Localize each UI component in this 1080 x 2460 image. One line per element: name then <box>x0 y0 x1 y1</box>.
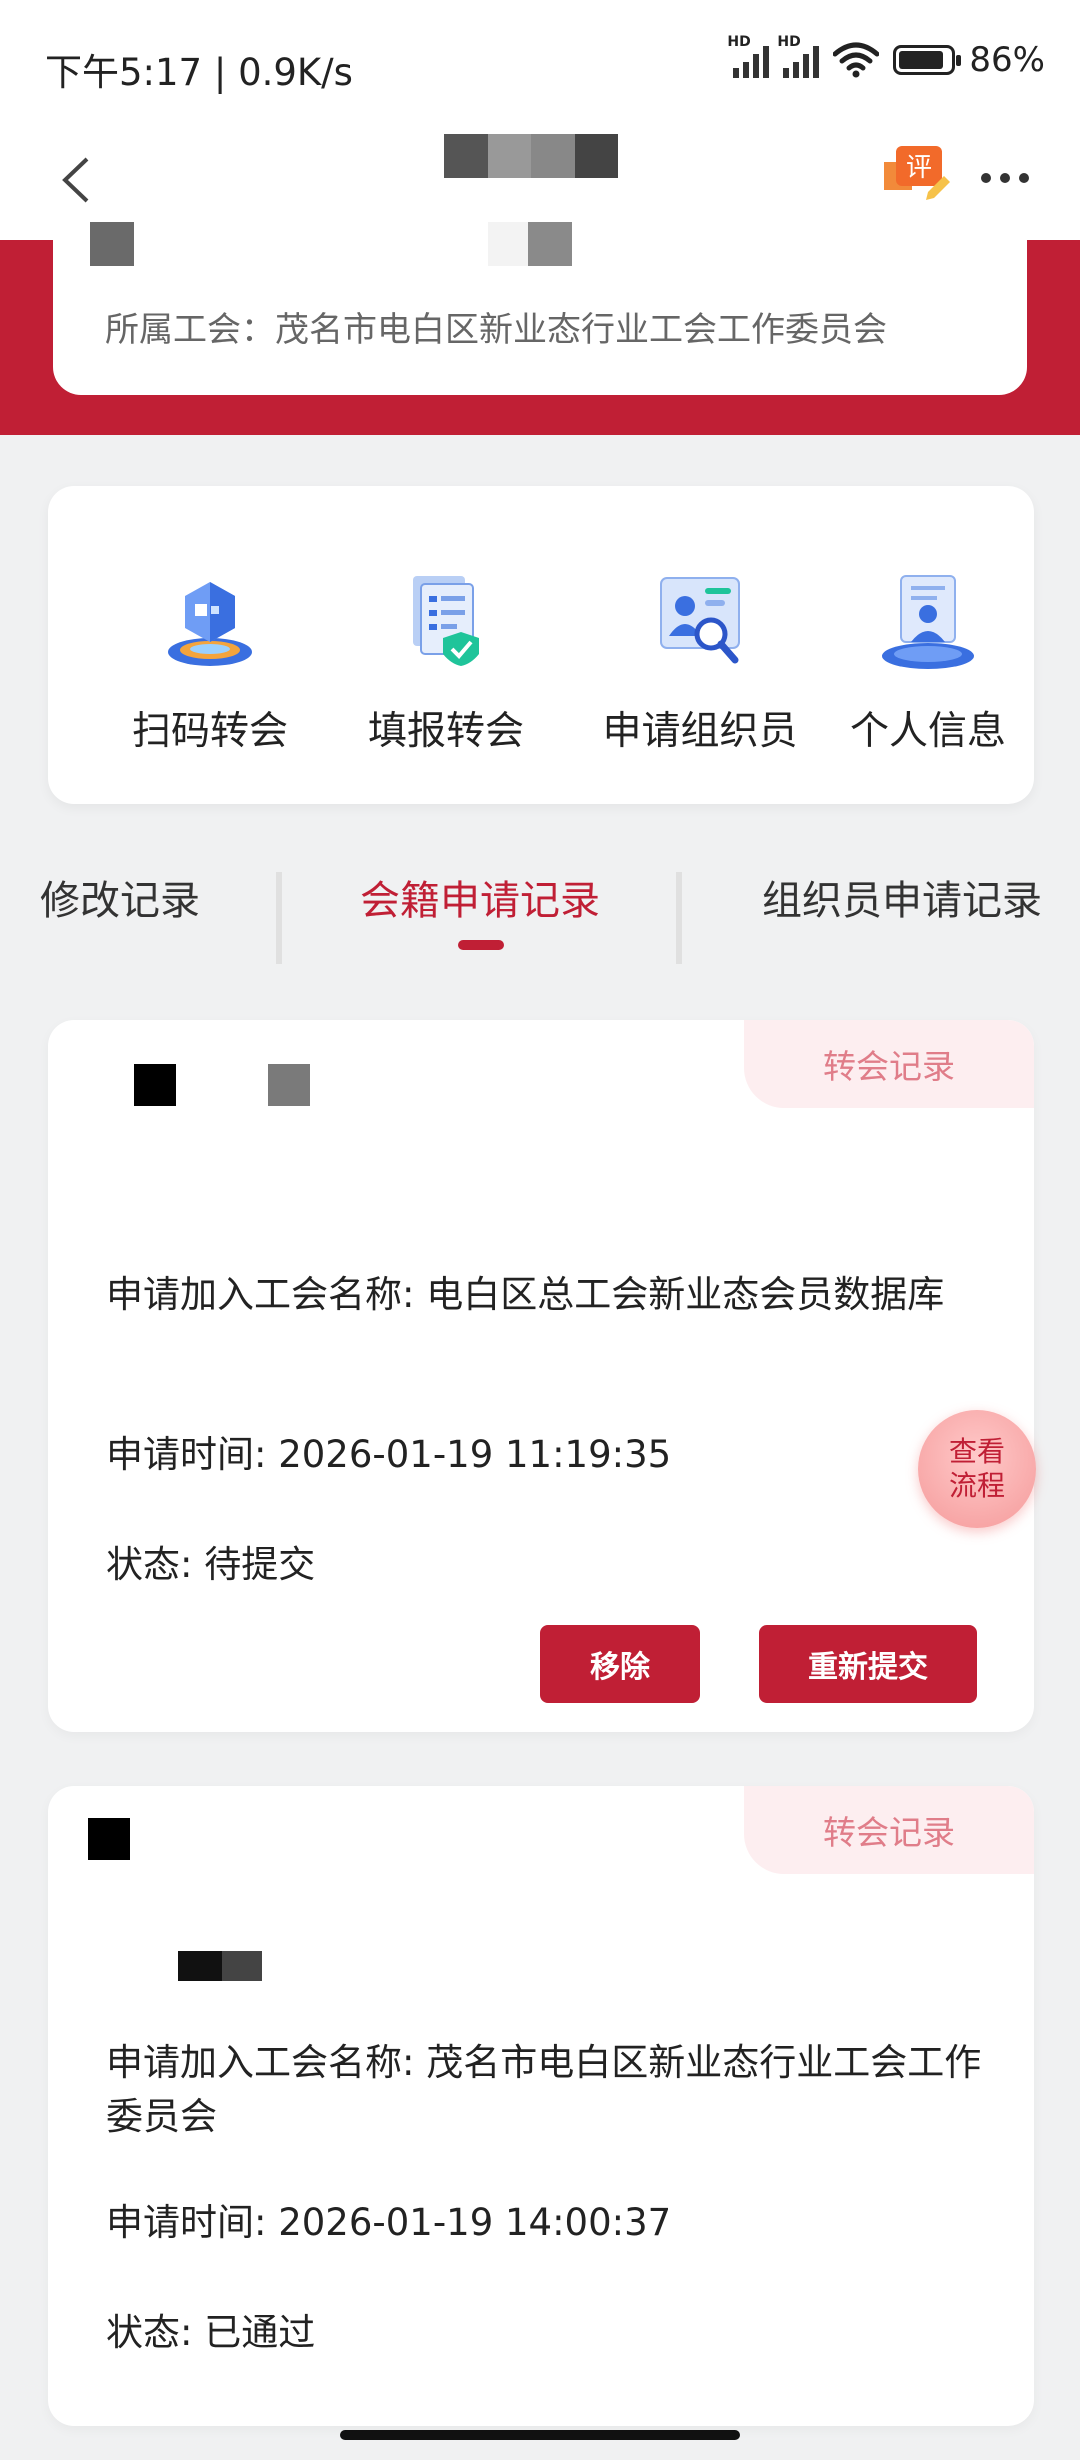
record-tag: 转会记录 <box>744 1786 1034 1874</box>
action-label: 扫码转会 <box>131 709 288 754</box>
signal-icon: HD <box>777 34 820 78</box>
rate-icon[interactable]: 评 <box>882 142 952 202</box>
svg-text:评: 评 <box>906 153 932 183</box>
quick-actions-card: 扫码转会 填报转会 申请组织员 个人信息 <box>48 486 1034 804</box>
home-indicator[interactable] <box>340 2430 740 2440</box>
record-card: 转会记录 申请加入工会名称: 茂名市电白区新业态行业工会工作委员会 申请时间: … <box>48 1786 1034 2426</box>
record-union-name: 申请加入工会名称: 茂名市电白区新业态行业工会工作委员会 <box>106 2041 982 2138</box>
member-union: 所属工会：茂名市电白区新业态行业工会工作委员会 <box>105 310 887 350</box>
action-label: 填报转会 <box>367 709 524 754</box>
signal-icon: HD <box>727 34 770 78</box>
page-title-redacted <box>444 134 618 178</box>
action-scan-transfer[interactable]: 扫码转会 <box>100 566 320 756</box>
form-transfer-icon <box>413 576 479 666</box>
member-name-redacted <box>90 222 134 266</box>
scan-transfer-icon <box>168 582 252 666</box>
tab-divider <box>276 872 282 964</box>
tab-modify-records[interactable]: 修改记录 <box>40 868 200 926</box>
action-personal-info[interactable]: 个人信息 <box>818 566 1038 756</box>
back-chevron-icon[interactable] <box>40 145 110 215</box>
record-status: 状态: 待提交 <box>106 1543 316 1586</box>
view-process-button[interactable]: 查看流程 <box>918 1410 1036 1528</box>
battery-level: 86% <box>969 40 1045 80</box>
personal-info-icon <box>882 575 974 669</box>
record-time: 申请时间: 2026-01-19 14:00:37 <box>106 2201 672 2244</box>
tab-membership-records[interactable]: 会籍申请记录 <box>360 868 600 926</box>
status-icons: HD HD 86% <box>727 34 1045 80</box>
applicant-redacted <box>88 1818 130 1860</box>
wifi-icon <box>833 42 880 78</box>
action-label: 个人信息 <box>849 709 1006 754</box>
resubmit-button[interactable]: 重新提交 <box>759 1625 977 1703</box>
tab-active-indicator <box>458 940 504 950</box>
battery-icon <box>893 45 962 75</box>
applicant-redacted <box>268 1064 310 1106</box>
record-tag: 转会记录 <box>744 1020 1034 1108</box>
more-dots-icon[interactable] <box>980 152 1040 192</box>
remove-button[interactable]: 移除 <box>540 1625 700 1703</box>
record-status: 状态: 已通过 <box>106 2311 316 2354</box>
applicant-redacted <box>222 1951 262 1981</box>
member-id-redacted <box>528 222 572 266</box>
applicant-redacted <box>178 1951 222 1981</box>
record-union-name: 申请加入工会名称: 电白区总工会新业态会员数据库 <box>106 1273 945 1316</box>
action-form-transfer[interactable]: 填报转会 <box>336 566 556 756</box>
tab-divider <box>676 872 682 964</box>
member-id-redacted <box>488 222 528 266</box>
record-time: 申请时间: 2026-01-19 11:19:35 <box>106 1433 672 1476</box>
status-time: 下午5:17 | 0.9K/s <box>45 51 353 94</box>
tab-organizer-records[interactable]: 组织员申请记录 <box>762 868 1042 926</box>
action-apply-organizer[interactable]: 申请组织员 <box>590 566 810 756</box>
applicant-redacted <box>134 1064 176 1106</box>
status-bar: 下午5:17 | 0.9K/s HD HD 86% <box>0 0 1080 130</box>
record-card: 转会记录 申请加入工会名称: 电白区总工会新业态会员数据库 申请时间: 2026… <box>48 1020 1034 1732</box>
apply-organizer-icon <box>660 577 740 664</box>
action-label: 申请组织员 <box>602 709 798 754</box>
